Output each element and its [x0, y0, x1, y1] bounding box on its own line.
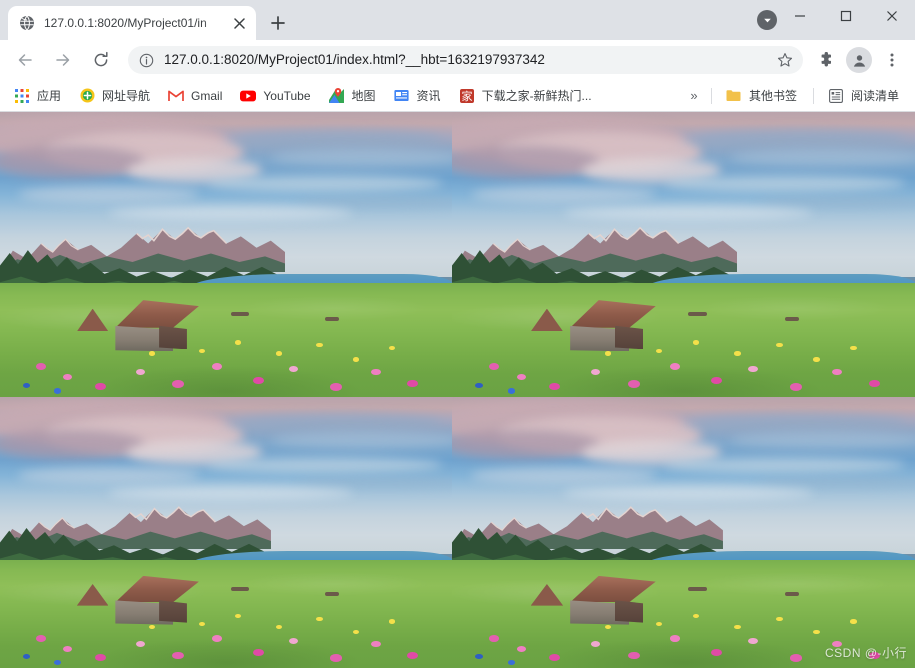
- bookmark-item-youtube[interactable]: YouTube: [232, 84, 318, 108]
- bookmark-item-apps[interactable]: 应用: [6, 84, 69, 108]
- page-image[interactable]: [452, 112, 915, 397]
- folder-icon: [726, 88, 742, 104]
- bookmark-label: Gmail: [191, 88, 223, 103]
- reading-list-button[interactable]: 阅读清单: [820, 84, 907, 108]
- gmail-icon: [168, 88, 184, 104]
- alpine-landscape-illustration: [0, 397, 452, 668]
- youtube-icon: [240, 88, 257, 104]
- maps-pin-icon: [329, 88, 345, 104]
- bookmarks-overflow-button[interactable]: »: [683, 84, 705, 108]
- reading-list-icon: [828, 88, 844, 104]
- navigation-icon: [79, 88, 95, 104]
- tab-strip: 127.0.0.1:8020/MyProject01/in: [0, 0, 915, 40]
- forward-button[interactable]: [48, 45, 78, 75]
- download-indicator-icon[interactable]: [757, 10, 777, 30]
- page-viewport: CSDN @-小行: [0, 112, 915, 669]
- profile-avatar[interactable]: [846, 47, 872, 73]
- svg-text:家: 家: [461, 89, 472, 103]
- alpine-landscape-illustration: [452, 397, 915, 668]
- site-info-icon[interactable]: [138, 52, 154, 68]
- address-bar-url[interactable]: 127.0.0.1:8020/MyProject01/index.html?__…: [164, 52, 773, 68]
- news-icon: [394, 88, 410, 104]
- alpine-landscape-illustration: [0, 112, 452, 397]
- bookmark-star-icon[interactable]: [773, 48, 797, 72]
- tab-title: 127.0.0.1:8020/MyProject01/in: [44, 16, 207, 30]
- bookmark-item-gmail[interactable]: Gmail: [160, 84, 230, 108]
- bookmark-item-news[interactable]: 资讯: [386, 84, 449, 108]
- bookmark-label: 下载之家-新鲜热门...: [481, 88, 592, 103]
- extensions-icon[interactable]: [812, 46, 840, 74]
- new-tab-button[interactable]: [264, 9, 292, 37]
- bookmark-label: 阅读清单: [850, 88, 899, 103]
- page-image[interactable]: [0, 112, 452, 397]
- page-image[interactable]: [452, 397, 915, 668]
- browser-window: 127.0.0.1:8020/MyProject01/in 127.0.0.1:…: [0, 0, 915, 669]
- minimize-button[interactable]: [777, 0, 823, 32]
- image-grid: [0, 112, 915, 668]
- window-controls: [777, 0, 915, 32]
- back-button[interactable]: [10, 45, 40, 75]
- bookmark-label: 其他书签: [748, 88, 797, 103]
- bookmarks-bar: 应用 网址导航 Gmail YouTube 地图 资讯 家 下载之家-新鲜热门.…: [0, 80, 915, 112]
- bookmark-item-navigation[interactable]: 网址导航: [71, 84, 158, 108]
- maximize-button[interactable]: [823, 0, 869, 32]
- browser-toolbar: 127.0.0.1:8020/MyProject01/index.html?__…: [0, 40, 915, 80]
- bookmark-label: YouTube: [263, 88, 311, 103]
- download-home-icon: 家: [459, 88, 475, 104]
- close-icon[interactable]: [230, 14, 248, 32]
- browser-menu-icon[interactable]: [878, 46, 906, 74]
- address-bar[interactable]: 127.0.0.1:8020/MyProject01/index.html?__…: [128, 46, 803, 74]
- divider: [710, 87, 712, 104]
- close-button[interactable]: [869, 0, 915, 32]
- bookmark-label: 地图: [351, 88, 376, 103]
- bookmark-item-maps[interactable]: 地图: [321, 84, 384, 108]
- bookmark-label: 应用: [37, 88, 62, 103]
- reload-button[interactable]: [86, 45, 116, 75]
- divider: [812, 87, 814, 104]
- bookmark-label: 网址导航: [102, 88, 151, 103]
- bookmark-item-download-home[interactable]: 家 下载之家-新鲜热门...: [451, 84, 600, 108]
- browser-tab-active[interactable]: 127.0.0.1:8020/MyProject01/in: [8, 6, 256, 40]
- bookmark-label: 资讯: [416, 88, 441, 103]
- apps-grid-icon: [14, 88, 30, 104]
- bookmark-item-other-bookmarks[interactable]: 其他书签: [718, 84, 805, 108]
- page-image[interactable]: [0, 397, 452, 668]
- bookmarks-bar-right: » 其他书签 阅读清单: [683, 84, 909, 108]
- globe-icon: [19, 15, 35, 31]
- alpine-landscape-illustration: [452, 112, 915, 397]
